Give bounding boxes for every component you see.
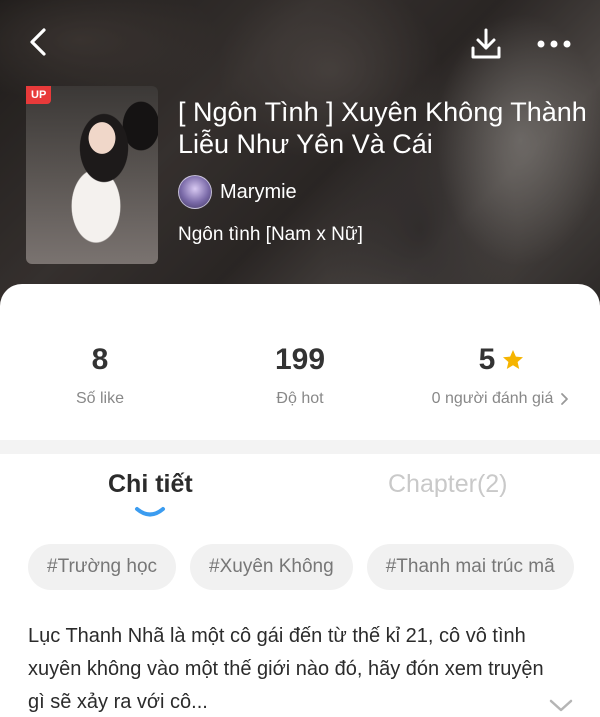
stats-panel: 8 Số like 199 Độ hot 5 0 người đánh giá [0, 284, 600, 440]
download-button[interactable] [466, 24, 506, 64]
rating-label: 0 người đánh giá [431, 390, 554, 407]
update-badge: UP [26, 86, 52, 104]
tag-chip[interactable]: #Trường học [28, 544, 177, 590]
book-description: Lục Thanh Nhã là một cô gái đến từ thế k… [28, 625, 544, 713]
book-title: [ Ngôn Tình ] Xuyên Không Thành Liễu Như… [178, 97, 587, 159]
more-button[interactable] [532, 24, 576, 64]
rating-label-row: 0 người đánh giá [412, 390, 592, 408]
rating-value: 5 [478, 343, 496, 376]
book-genre: Ngôn tình [Nam x Nữ] [178, 224, 363, 245]
download-icon [471, 28, 501, 59]
tab-indicator [135, 507, 165, 517]
stat-likes: 8 Số like [40, 342, 160, 408]
book-cover[interactable] [26, 86, 158, 264]
tab-details[interactable]: Chi tiết [108, 470, 193, 499]
likes-label: Số like [75, 390, 125, 407]
star-icon [503, 350, 524, 369]
chevron-right-icon [561, 393, 569, 405]
tag-chip[interactable]: #Xuyên Không [190, 544, 353, 590]
likes-count: 8 [91, 343, 109, 376]
more-horizontal-icon [537, 40, 571, 48]
author-row[interactable]: Marymie [178, 175, 297, 209]
rating-value-row: 5 [412, 342, 592, 378]
expand-chevron-down-icon[interactable] [548, 698, 574, 714]
content-panel: Chi tiết Chapter(2) #Trường học #Xuyên K… [0, 454, 600, 717]
hot-label: Độ hot [276, 390, 324, 407]
tab-chapters[interactable]: Chapter(2) [388, 470, 508, 499]
stat-hot: 199 Độ hot [230, 342, 370, 408]
tag-list: #Trường học #Xuyên Không #Thanh mai trúc… [28, 544, 574, 590]
back-button[interactable] [18, 22, 58, 62]
chevron-left-icon [30, 28, 46, 56]
hot-count: 199 [274, 343, 326, 376]
author-avatar[interactable] [178, 175, 212, 209]
stat-rating[interactable]: 5 0 người đánh giá [412, 342, 592, 408]
tag-chip[interactable]: #Thanh mai trúc mã [366, 544, 574, 590]
author-name[interactable]: Marymie [220, 181, 297, 204]
